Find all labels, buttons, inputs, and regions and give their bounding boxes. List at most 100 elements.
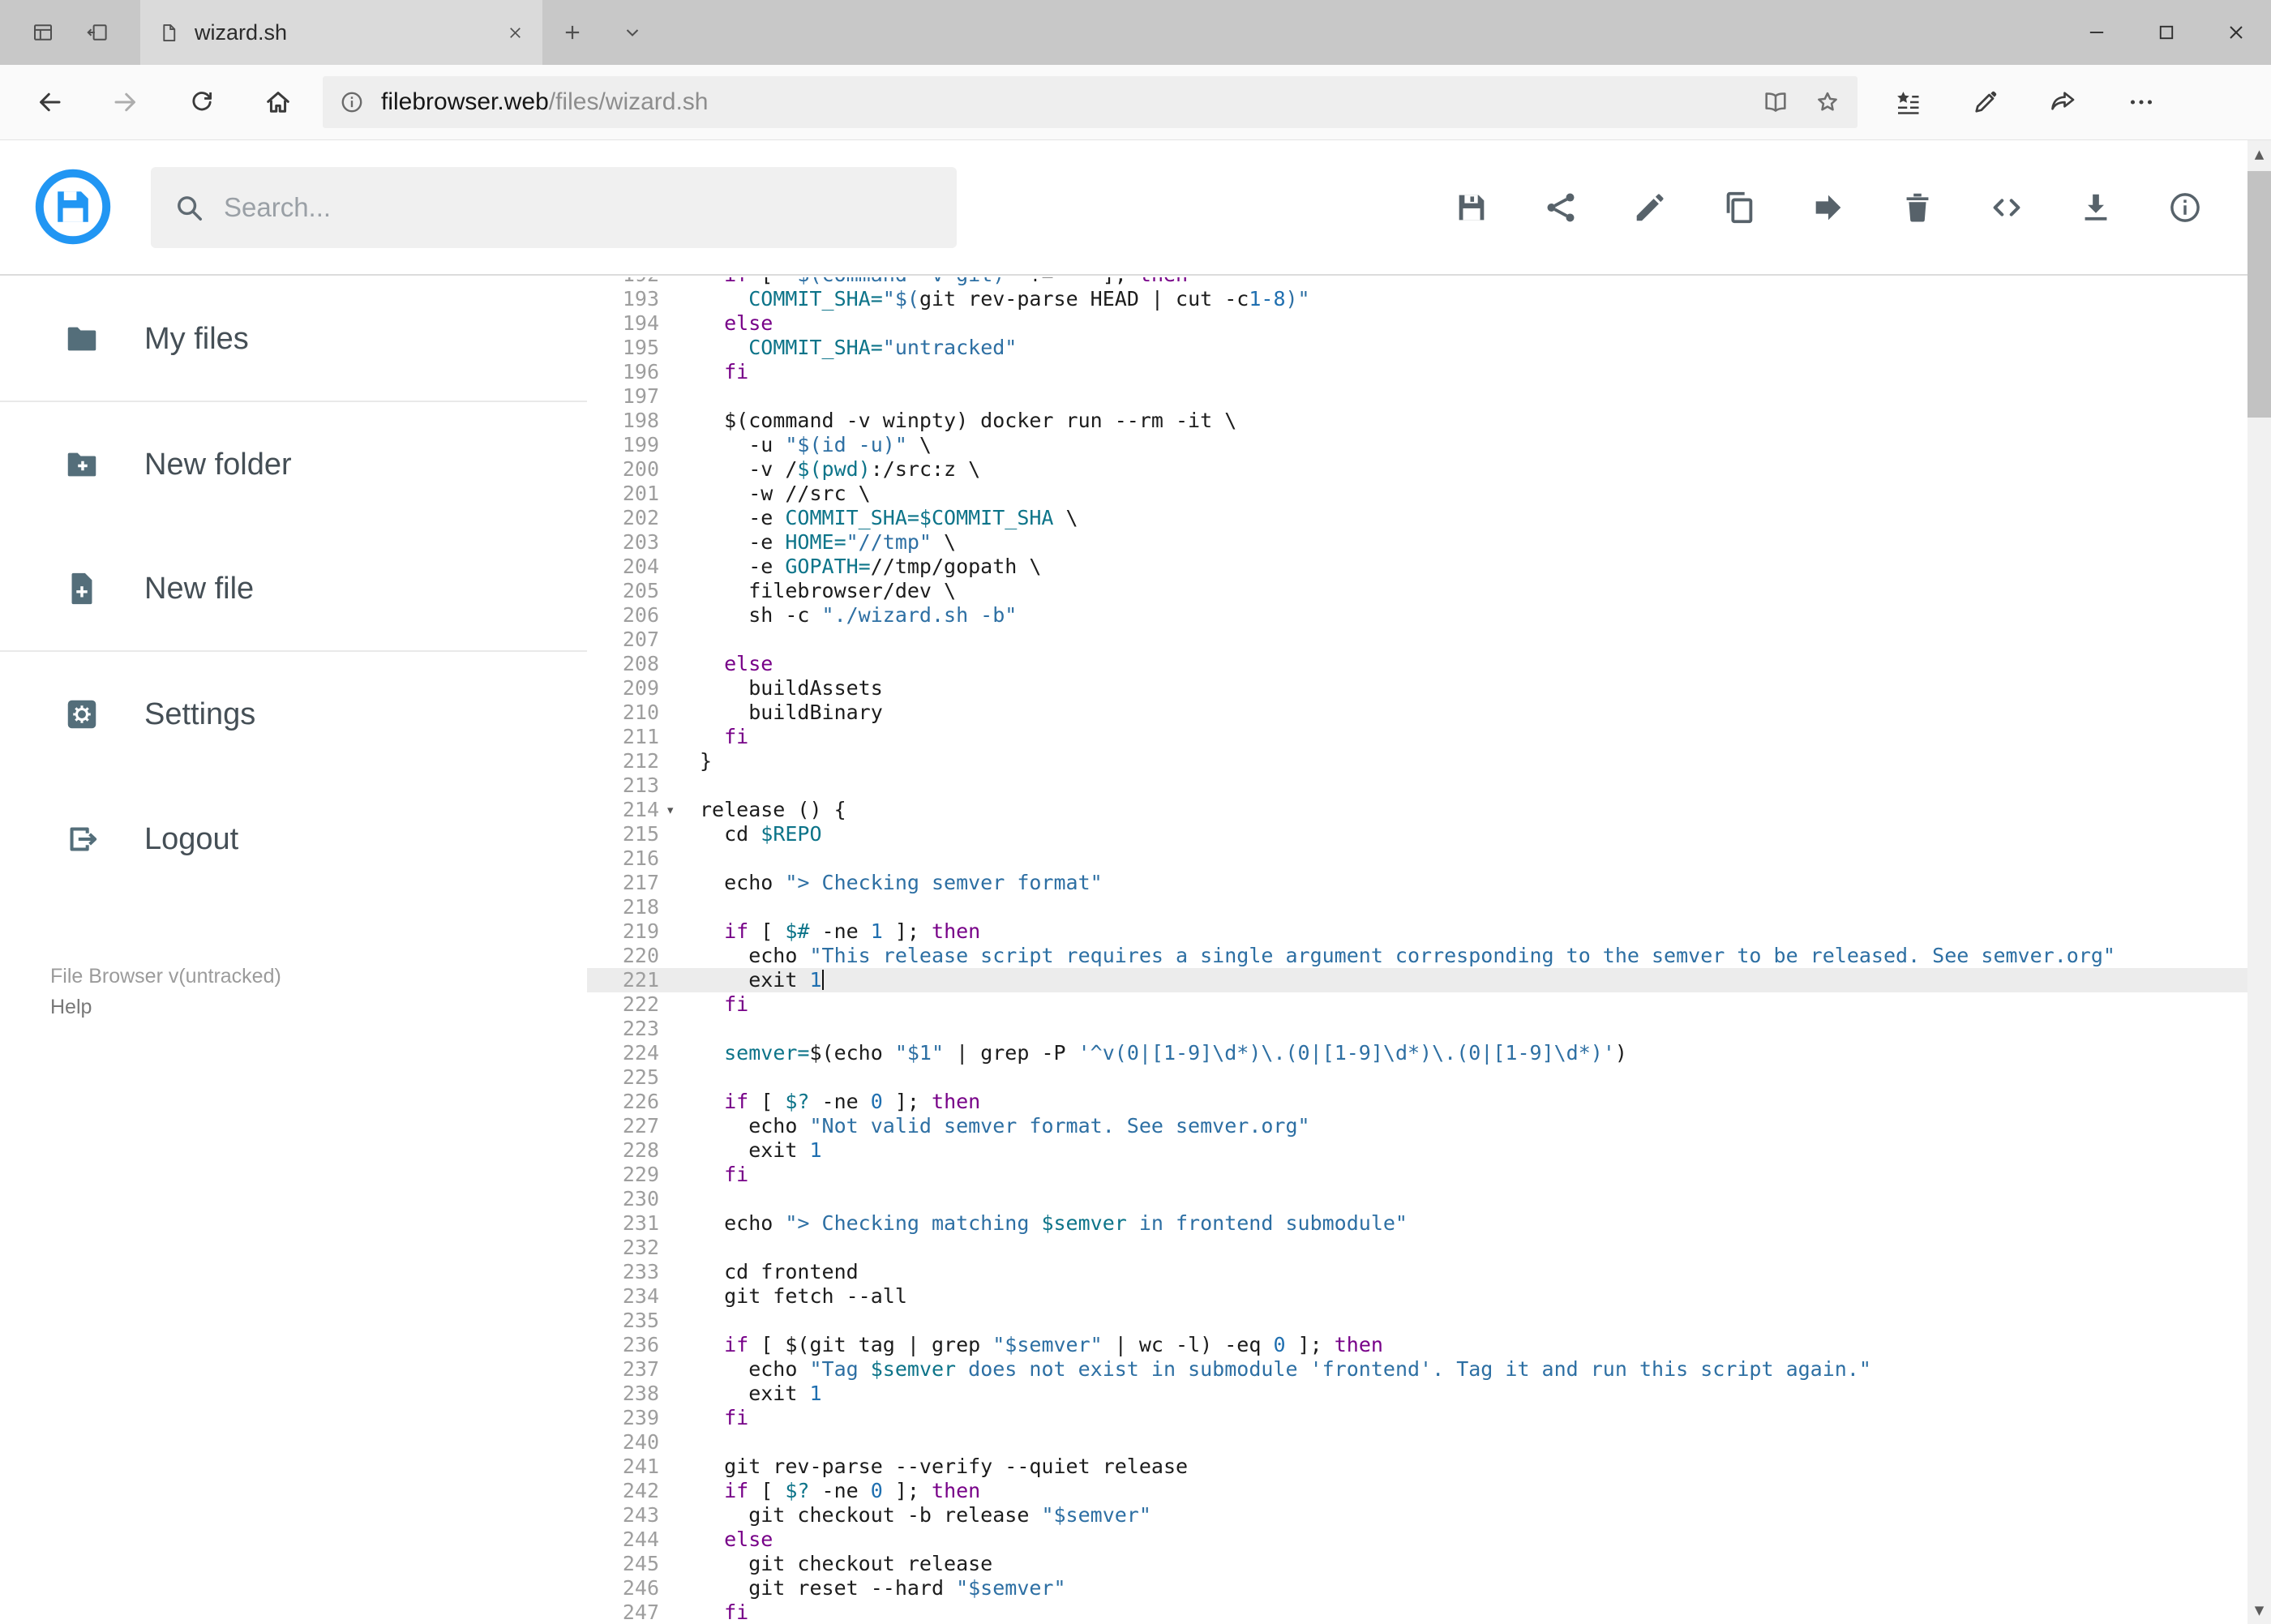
close-window-button[interactable] xyxy=(2201,0,2271,65)
code-line-200[interactable]: 200 -v /$(pwd):/src:z \ xyxy=(587,457,2247,482)
code-line-198[interactable]: 198 $(command -v winpty) docker run --rm… xyxy=(587,409,2247,433)
home-button[interactable] xyxy=(240,72,316,132)
code-line-228[interactable]: 228 exit 1 xyxy=(587,1138,2247,1163)
code-line-195[interactable]: 195 COMMIT_SHA="untracked" xyxy=(587,336,2247,360)
sidebar-item-my-files[interactable]: My files xyxy=(0,277,587,402)
filebrowser-logo-icon[interactable] xyxy=(34,168,112,246)
code-line-221[interactable]: 221 exit 1 xyxy=(587,968,2247,992)
search-input[interactable] xyxy=(224,192,934,223)
code-line-202[interactable]: 202 -e COMMIT_SHA=$COMMIT_SHA \ xyxy=(587,506,2247,530)
code-line-232[interactable]: 232 xyxy=(587,1236,2247,1260)
code-line-219[interactable]: 219 if [ $# -ne 1 ]; then xyxy=(587,919,2247,944)
code-line-210[interactable]: 210 buildBinary xyxy=(587,701,2247,725)
download-button[interactable] xyxy=(2076,188,2115,227)
code-line-209[interactable]: 209 buildAssets xyxy=(587,676,2247,701)
favorite-star-icon[interactable] xyxy=(1814,88,1841,116)
code-line-215[interactable]: 215 cd $REPO xyxy=(587,822,2247,846)
code-line-224[interactable]: 224 semver=$(echo "$1" | grep -P '^v(0|[… xyxy=(587,1041,2247,1065)
code-line-243[interactable]: 243 git checkout -b release "$semver" xyxy=(587,1503,2247,1528)
code-line-234[interactable]: 234 git fetch --all xyxy=(587,1284,2247,1309)
code-line-218[interactable]: 218 xyxy=(587,895,2247,919)
scrollbar-thumb[interactable] xyxy=(2247,171,2271,418)
search-box[interactable] xyxy=(151,167,957,248)
code-line-239[interactable]: 239 fi xyxy=(587,1406,2247,1430)
code-editor[interactable]: 192 if [ "$(command -v git)" != "" ]; th… xyxy=(587,277,2247,1624)
code-line-193[interactable]: 193 COMMIT_SHA="$(git rev-parse HEAD | c… xyxy=(587,287,2247,311)
code-line-245[interactable]: 245 git checkout release xyxy=(587,1552,2247,1576)
code-line-246[interactable]: 246 git reset --hard "$semver" xyxy=(587,1576,2247,1600)
minimize-button[interactable] xyxy=(2062,0,2132,65)
code-line-226[interactable]: 226 if [ $? -ne 0 ]; then xyxy=(587,1090,2247,1114)
code-line-220[interactable]: 220 echo "This release script requires a… xyxy=(587,944,2247,968)
site-info-icon[interactable] xyxy=(339,89,365,115)
code-line-241[interactable]: 241 git rev-parse --verify --quiet relea… xyxy=(587,1455,2247,1479)
code-line-211[interactable]: 211 fi xyxy=(587,725,2247,749)
new-tab-button[interactable] xyxy=(542,0,602,65)
copy-button[interactable] xyxy=(1720,188,1759,227)
code-line-227[interactable]: 227 echo "Not valid semver format. See s… xyxy=(587,1114,2247,1138)
code-line-199[interactable]: 199 -u "$(id -u)" \ xyxy=(587,433,2247,457)
more-button[interactable] xyxy=(2102,72,2180,132)
sidebar-item-logout[interactable]: Logout xyxy=(0,777,587,902)
scroll-down-arrow-icon[interactable]: ▼ xyxy=(2247,1596,2271,1624)
refresh-button[interactable] xyxy=(164,72,240,132)
code-line-207[interactable]: 207 xyxy=(587,628,2247,652)
help-link[interactable]: Help xyxy=(50,992,281,1022)
tab-list-button[interactable] xyxy=(602,0,662,65)
vertical-scrollbar[interactable]: ▲ ▼ xyxy=(2247,140,2271,1624)
code-line-229[interactable]: 229 fi xyxy=(587,1163,2247,1187)
code-line-194[interactable]: 194 else xyxy=(587,311,2247,336)
code-line-231[interactable]: 231 echo "> Checking matching $semver in… xyxy=(587,1211,2247,1236)
back-button[interactable] xyxy=(11,72,88,132)
delete-button[interactable] xyxy=(1898,188,1937,227)
code-line-206[interactable]: 206 sh -c "./wizard.sh -b" xyxy=(587,603,2247,628)
share-button[interactable] xyxy=(2025,72,2102,132)
code-line-203[interactable]: 203 -e HOME="//tmp" \ xyxy=(587,530,2247,555)
code-line-240[interactable]: 240 xyxy=(587,1430,2247,1455)
code-line-201[interactable]: 201 -w //src \ xyxy=(587,482,2247,506)
code-line-238[interactable]: 238 exit 1 xyxy=(587,1382,2247,1406)
code-line-233[interactable]: 233 cd frontend xyxy=(587,1260,2247,1284)
fold-arrow-icon[interactable]: ▾ xyxy=(659,798,700,822)
code-line-212[interactable]: 212} xyxy=(587,749,2247,773)
code-line-208[interactable]: 208 else xyxy=(587,652,2247,676)
code-line-213[interactable]: 213 xyxy=(587,773,2247,798)
code-line-205[interactable]: 205 filebrowser/dev \ xyxy=(587,579,2247,603)
save-button[interactable] xyxy=(1452,188,1491,227)
code-line-244[interactable]: 244 else xyxy=(587,1528,2247,1552)
code-line-192[interactable]: 192 if [ "$(command -v git)" != "" ]; th… xyxy=(587,277,2247,287)
url-field[interactable]: filebrowser.web /files/wizard.sh xyxy=(323,76,1858,128)
tab-close-icon[interactable] xyxy=(506,24,525,42)
code-line-235[interactable]: 235 xyxy=(587,1309,2247,1333)
tab-preview-icon[interactable] xyxy=(31,20,55,45)
code-line-216[interactable]: 216 xyxy=(587,846,2247,871)
scroll-up-arrow-icon[interactable]: ▲ xyxy=(2247,140,2271,168)
maximize-button[interactable] xyxy=(2132,0,2201,65)
code-line-237[interactable]: 237 echo "Tag $semver does not exist in … xyxy=(587,1357,2247,1382)
code-line-230[interactable]: 230 xyxy=(587,1187,2247,1211)
sidebar-item-settings[interactable]: Settings xyxy=(0,652,587,777)
share-button[interactable] xyxy=(1541,188,1580,227)
code-line-247[interactable]: 247 fi xyxy=(587,1600,2247,1624)
code-line-214[interactable]: 214 ▾ release () { xyxy=(587,798,2247,822)
hub-button[interactable] xyxy=(1869,72,1947,132)
source-button[interactable] xyxy=(1987,188,2026,227)
code-line-196[interactable]: 196 fi xyxy=(587,360,2247,384)
code-line-225[interactable]: 225 xyxy=(587,1065,2247,1090)
browser-tab[interactable]: wizard.sh xyxy=(140,0,542,65)
code-line-223[interactable]: 223 xyxy=(587,1017,2247,1041)
sidebar-item-new-file[interactable]: New file xyxy=(0,527,587,652)
sidebar-item-new-folder[interactable]: New folder xyxy=(0,402,587,527)
info-button[interactable] xyxy=(2166,188,2205,227)
forward-button[interactable] xyxy=(88,72,164,132)
code-line-242[interactable]: 242 if [ $? -ne 0 ]; then xyxy=(587,1479,2247,1503)
code-line-222[interactable]: 222 fi xyxy=(587,992,2247,1017)
code-line-236[interactable]: 236 if [ $(git tag | grep "$semver" | wc… xyxy=(587,1333,2247,1357)
reading-view-icon[interactable] xyxy=(1762,88,1789,116)
code-line-217[interactable]: 217 echo "> Checking semver format" xyxy=(587,871,2247,895)
code-line-204[interactable]: 204 -e GOPATH=//tmp/gopath \ xyxy=(587,555,2247,579)
web-note-button[interactable] xyxy=(1947,72,2025,132)
rename-button[interactable] xyxy=(1630,188,1669,227)
set-tabs-aside-icon[interactable] xyxy=(85,20,109,45)
code-line-197[interactable]: 197 xyxy=(587,384,2247,409)
